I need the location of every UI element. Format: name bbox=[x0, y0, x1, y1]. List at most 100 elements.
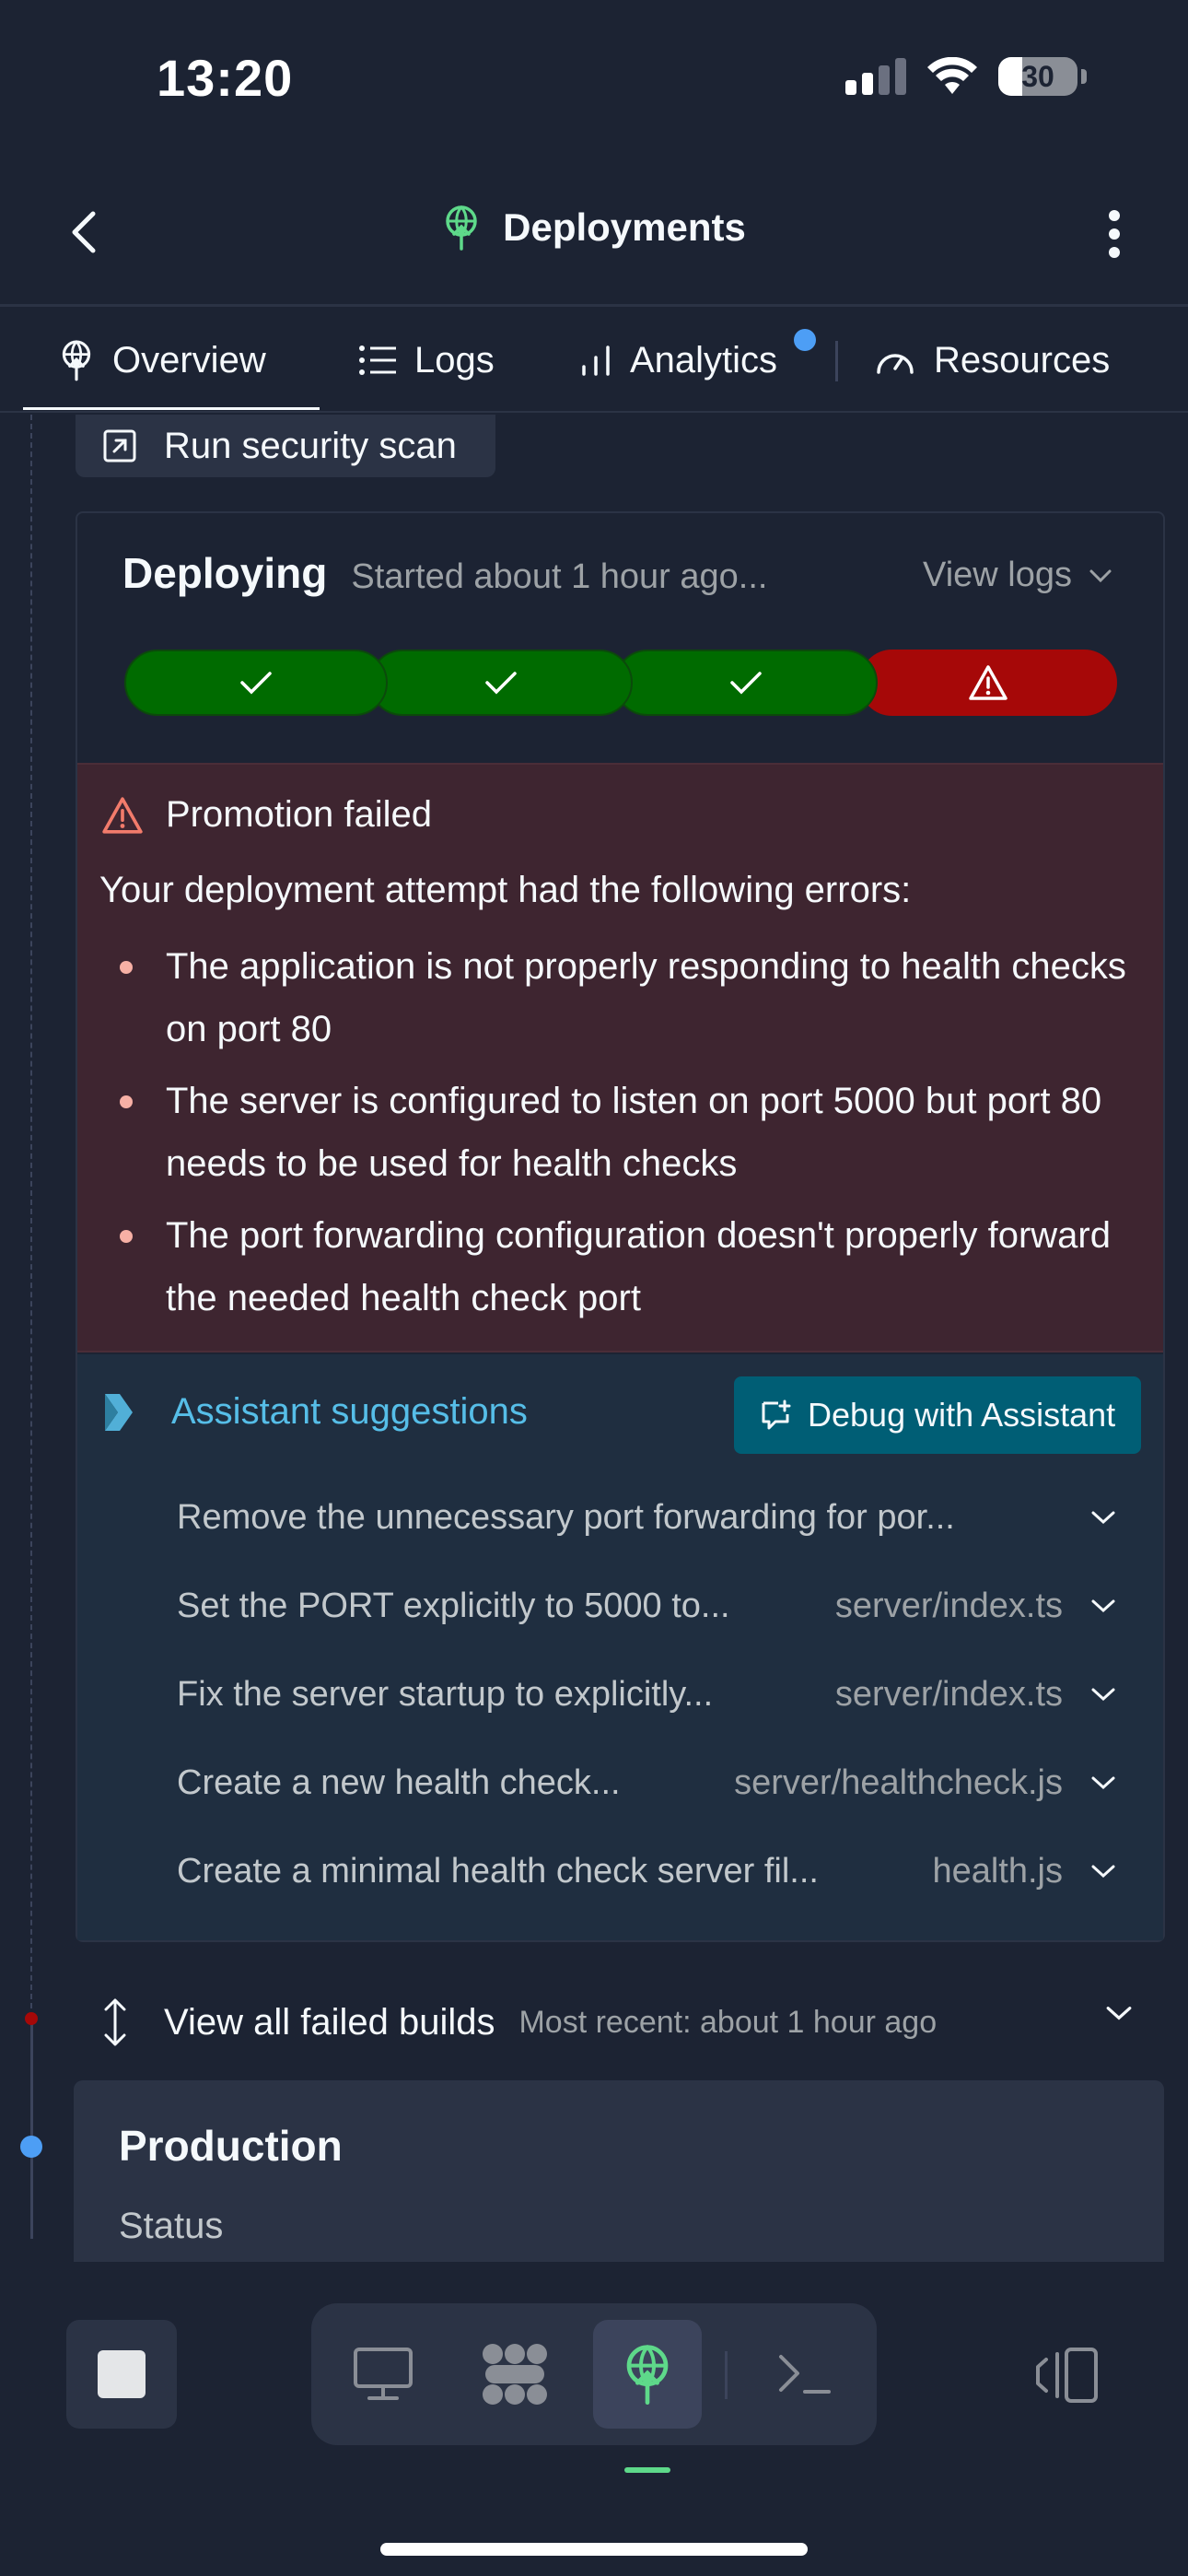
run-security-scan-button[interactable]: Run security scan bbox=[76, 415, 495, 477]
suggestion-item[interactable]: Set the PORT explicitly to 5000 to... se… bbox=[177, 1578, 1116, 1633]
debug-with-assistant-button[interactable]: Debug with Assistant bbox=[734, 1376, 1141, 1454]
battery-icon: 30 bbox=[998, 57, 1077, 96]
chevron-down-icon bbox=[1091, 1511, 1115, 1525]
terminal-icon bbox=[779, 2355, 831, 2394]
tab-resources[interactable]: Resources bbox=[875, 309, 1110, 412]
chevron-down-icon bbox=[1091, 1599, 1115, 1613]
failed-builds-label: View all failed builds bbox=[164, 2001, 495, 2043]
error-item: The port forwarding configuration doesn'… bbox=[99, 1204, 1131, 1329]
kebab-menu-button[interactable] bbox=[1096, 205, 1133, 263]
deployment-progress bbox=[124, 650, 1117, 716]
deployment-status-title: Deploying bbox=[122, 549, 328, 597]
failed-builds-recent: Most recent: about 1 hour ago bbox=[518, 2004, 938, 2040]
check-icon bbox=[240, 672, 272, 695]
notification-dot bbox=[794, 329, 816, 351]
suggestion-text: Create a new health check... bbox=[177, 1762, 621, 1802]
tab-overview[interactable]: Overview bbox=[59, 309, 266, 412]
tab-label: Resources bbox=[934, 339, 1111, 381]
suggestion-file: health.js bbox=[932, 1851, 1063, 1891]
layout-toggle-button[interactable] bbox=[1030, 2340, 1103, 2410]
deploy-antenna-icon bbox=[62, 340, 91, 381]
view-logs-label: View logs bbox=[923, 556, 1072, 594]
suggestion-text: Fix the server startup to explicitly... bbox=[177, 1674, 714, 1714]
external-link-icon bbox=[103, 429, 136, 463]
error-intro: Your deployment attempt had the followin… bbox=[99, 870, 912, 910]
chat-bubble-icon bbox=[762, 1399, 791, 1430]
header-divider bbox=[0, 304, 1188, 307]
chevron-down-icon bbox=[1089, 569, 1112, 582]
deployments-button[interactable] bbox=[593, 2320, 702, 2429]
suggestion-file: server/healthcheck.js bbox=[734, 1762, 1063, 1802]
wifi-icon bbox=[927, 57, 977, 94]
bar-chart-icon bbox=[582, 345, 610, 376]
status-icons: 30 bbox=[845, 57, 1087, 96]
signal-icon bbox=[845, 58, 906, 95]
apps-button[interactable] bbox=[460, 2320, 569, 2429]
home-indicator bbox=[380, 2543, 808, 2556]
stop-button[interactable] bbox=[66, 2320, 177, 2429]
status-time: 13:20 bbox=[157, 49, 294, 107]
timeline-line bbox=[30, 415, 32, 2008]
progress-step-failed bbox=[859, 650, 1117, 716]
suggestion-item[interactable]: Create a new health check... server/heal… bbox=[177, 1755, 1116, 1810]
active-tab-indicator bbox=[23, 407, 320, 410]
tab-bar: Overview Logs Analytics Resources bbox=[0, 309, 1188, 412]
error-title: Promotion failed bbox=[101, 794, 432, 836]
chevron-down-icon bbox=[1091, 1688, 1115, 1702]
assistant-icon bbox=[105, 1393, 133, 1431]
active-pane-indicator bbox=[624, 2467, 670, 2473]
shell-button[interactable] bbox=[751, 2320, 859, 2429]
check-icon bbox=[730, 672, 762, 695]
error-item: The application is not properly respondi… bbox=[99, 935, 1131, 1060]
apps-grid-icon bbox=[483, 2344, 547, 2405]
assistant-title: Assistant suggestions bbox=[171, 1391, 528, 1432]
suggestion-file: server/index.ts bbox=[834, 1586, 1063, 1625]
warning-icon bbox=[969, 665, 1007, 700]
timeline-failed-dot bbox=[25, 2012, 38, 2025]
split-layout-icon bbox=[1036, 2348, 1098, 2403]
page-title-text: Deployments bbox=[503, 205, 746, 249]
view-failed-builds-button[interactable]: View all failed builds Most recent: abou… bbox=[101, 1990, 1142, 2055]
view-logs-button[interactable]: View logs bbox=[923, 556, 1112, 595]
chevron-down-icon bbox=[1091, 1865, 1115, 1879]
production-title: Production bbox=[119, 2122, 343, 2170]
tab-divider bbox=[835, 341, 838, 381]
tab-label: Overview bbox=[112, 339, 266, 381]
deploy-antenna-icon bbox=[446, 205, 477, 251]
page-title: Deployments bbox=[0, 205, 1188, 251]
deployment-started-time: Started about 1 hour ago... bbox=[351, 557, 768, 596]
warning-icon bbox=[102, 796, 143, 834]
progress-step-success bbox=[614, 650, 878, 716]
timeline-production-dot bbox=[20, 2136, 42, 2158]
tab-analytics[interactable]: Analytics bbox=[580, 309, 777, 412]
production-status-label: Status bbox=[119, 2206, 224, 2246]
suggestion-item[interactable]: Create a minimal health check server fil… bbox=[177, 1844, 1116, 1899]
webview-button[interactable] bbox=[329, 2320, 437, 2429]
expand-vertical-icon bbox=[104, 1998, 126, 2046]
deployment-header: Deploying Started about 1 hour ago... bbox=[122, 548, 767, 598]
assistant-suggestions-header: Assistant suggestions bbox=[103, 1391, 528, 1433]
list-icon bbox=[359, 345, 396, 375]
stop-icon bbox=[98, 2350, 146, 2398]
suggestion-text: Set the PORT explicitly to 5000 to... bbox=[177, 1586, 730, 1625]
check-icon bbox=[485, 672, 517, 695]
timeline-line bbox=[30, 2018, 33, 2239]
chevron-down-icon bbox=[1106, 2007, 1132, 2020]
suggestion-text: Remove the unnecessary port forwarding f… bbox=[177, 1497, 955, 1537]
progress-step-success bbox=[369, 650, 633, 716]
suggestion-item[interactable]: Fix the server startup to explicitly... … bbox=[177, 1667, 1116, 1722]
gauge-icon bbox=[877, 354, 914, 374]
suggestion-item[interactable]: Remove the unnecessary port forwarding f… bbox=[177, 1490, 1116, 1545]
error-list: The application is not properly respondi… bbox=[99, 935, 1131, 1339]
suggestion-file: server/index.ts bbox=[834, 1674, 1063, 1714]
tab-label: Logs bbox=[414, 339, 495, 381]
tab-label: Analytics bbox=[630, 339, 778, 381]
chevron-down-icon bbox=[1091, 1776, 1115, 1790]
progress-step-success bbox=[124, 650, 388, 716]
monitor-icon bbox=[354, 2348, 413, 2400]
tab-logs[interactable]: Logs bbox=[359, 309, 495, 412]
deploy-antenna-icon bbox=[626, 2344, 669, 2405]
error-item: The server is configured to listen on po… bbox=[99, 1070, 1131, 1195]
suggestion-text: Create a minimal health check server fil… bbox=[177, 1851, 819, 1891]
production-card bbox=[74, 2080, 1164, 2265]
